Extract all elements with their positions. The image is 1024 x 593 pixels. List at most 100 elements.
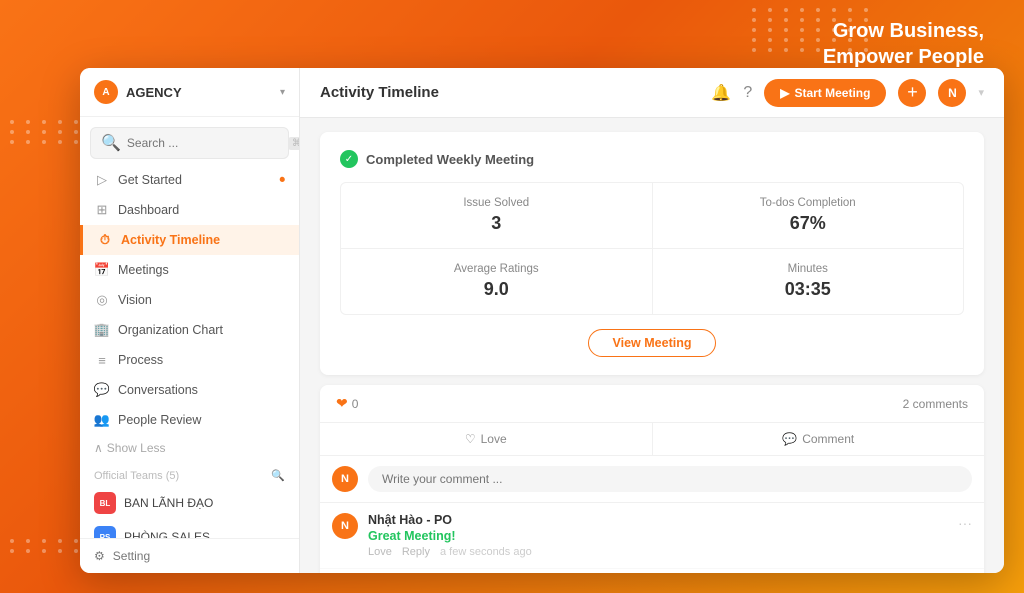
user-avatar[interactable]: N bbox=[938, 79, 966, 107]
app-window: A AGENCY ▾ 🔍 ⌘K ▷ Get Started ⏺ ⊞ Dashbo… bbox=[80, 68, 1004, 573]
notifications-button[interactable]: 🔔 bbox=[711, 83, 731, 103]
sidebar-item-label: Activity Timeline bbox=[121, 233, 220, 247]
official-teams-section: Official Teams (5) 🔍 bbox=[80, 461, 299, 486]
sidebar: A AGENCY ▾ 🔍 ⌘K ▷ Get Started ⏺ ⊞ Dashbo… bbox=[80, 68, 300, 573]
meeting-title: Completed Weekly Meeting bbox=[366, 152, 534, 167]
main-header: Activity Timeline 🔔 ? ▶ Start Meeting + … bbox=[300, 68, 1004, 118]
comment-button[interactable]: 💬 Comment bbox=[653, 423, 985, 455]
search-icon: 🔍 bbox=[101, 133, 121, 153]
comment-time: a few seconds ago bbox=[440, 546, 532, 558]
reaction-bar: ❤ 0 2 comments bbox=[320, 385, 984, 423]
sidebar-item-label: Dashboard bbox=[118, 203, 179, 217]
show-less-btn[interactable]: ∧ Show Less bbox=[80, 435, 299, 461]
view-meeting-button[interactable]: View Meeting bbox=[588, 329, 717, 357]
sidebar-item-conversations[interactable]: 💬 Conversations bbox=[80, 375, 299, 405]
love-reply-btn[interactable]: Love bbox=[368, 546, 392, 558]
meeting-header-row: ✓ Completed Weekly Meeting bbox=[340, 150, 964, 168]
dashboard-icon: ⊞ bbox=[94, 202, 110, 218]
sidebar-header[interactable]: A AGENCY ▾ bbox=[80, 68, 299, 117]
commenter-avatar: N bbox=[332, 513, 358, 539]
team-item-phong-sales[interactable]: PS PHÒNG SALES bbox=[80, 520, 299, 538]
heart-icon: ❤ bbox=[336, 395, 348, 412]
sidebar-item-label: Meetings bbox=[118, 263, 169, 277]
search-input[interactable] bbox=[127, 136, 282, 150]
agency-logo: A bbox=[94, 80, 118, 104]
comment-input[interactable] bbox=[368, 466, 972, 492]
sidebar-item-meetings[interactable]: 📅 Meetings bbox=[80, 255, 299, 285]
comments-count: 2 comments bbox=[903, 397, 968, 411]
process-icon: ≡ bbox=[94, 352, 110, 368]
sidebar-item-label: People Review bbox=[118, 413, 201, 427]
sidebar-item-dashboard[interactable]: ⊞ Dashboard bbox=[80, 195, 299, 225]
stat-value: 03:35 bbox=[673, 279, 944, 300]
comment-input-row: N bbox=[320, 456, 984, 503]
start-meeting-button[interactable]: ▶ Start Meeting bbox=[764, 79, 886, 107]
sidebar-item-vision[interactable]: ◎ Vision bbox=[80, 285, 299, 315]
feed-area[interactable]: ✓ Completed Weekly Meeting Issue Solved … bbox=[300, 118, 1004, 573]
progress-indicator: ⏺ bbox=[280, 174, 286, 187]
help-button[interactable]: ? bbox=[743, 84, 752, 102]
sidebar-item-activity-timeline[interactable]: ⏱ Activity Timeline bbox=[80, 225, 299, 255]
comment-label: Comment bbox=[802, 432, 854, 446]
comment-text: Great Meeting! bbox=[368, 529, 948, 543]
stat-label: To-dos Completion bbox=[673, 197, 944, 209]
more-options-icon[interactable]: ··· bbox=[958, 515, 972, 531]
sidebar-nav: ▷ Get Started ⏺ ⊞ Dashboard ⏱ Activity T… bbox=[80, 165, 299, 538]
comment-section: ❤ 0 2 comments ♡ Love 💬 Comment bbox=[320, 385, 984, 573]
comment-actions: Love Reply a few seconds ago bbox=[368, 546, 948, 558]
completed-icon: ✓ bbox=[340, 150, 358, 168]
team-badge: PS bbox=[94, 526, 116, 538]
start-meeting-label: Start Meeting bbox=[794, 86, 870, 100]
sidebar-item-process[interactable]: ≡ Process bbox=[80, 345, 299, 375]
reactions-left[interactable]: ❤ 0 bbox=[336, 395, 358, 412]
header-actions: 🔔 ? ▶ Start Meeting + N ▾ bbox=[711, 79, 984, 107]
team-name: BAN LÃNH ĐẠO bbox=[124, 496, 213, 510]
sidebar-item-people-review[interactable]: 👥 People Review bbox=[80, 405, 299, 435]
teams-label: Official Teams (5) bbox=[94, 470, 179, 482]
stat-issue-solved: Issue Solved 3 bbox=[341, 183, 652, 248]
stat-todos-completion: To-dos Completion 67% bbox=[653, 183, 964, 248]
show-less-label: Show Less bbox=[107, 441, 166, 455]
search-teams-icon[interactable]: 🔍 bbox=[271, 469, 285, 482]
team-badge: BL bbox=[94, 492, 116, 514]
sidebar-item-label: Organization Chart bbox=[118, 323, 223, 337]
meeting-card: ✓ Completed Weekly Meeting Issue Solved … bbox=[320, 132, 984, 375]
sidebar-footer[interactable]: ⚙ Setting bbox=[80, 538, 299, 573]
sidebar-item-label: Conversations bbox=[118, 383, 198, 397]
reply-btn[interactable]: Reply bbox=[402, 546, 430, 558]
main-content: Activity Timeline 🔔 ? ▶ Start Meeting + … bbox=[300, 68, 1004, 573]
agency-name: AGENCY bbox=[126, 85, 272, 100]
timeline-icon: ⏱ bbox=[97, 232, 113, 248]
stat-minutes: Minutes 03:35 bbox=[653, 249, 964, 314]
stat-value: 67% bbox=[673, 213, 944, 234]
sidebar-item-get-started[interactable]: ▷ Get Started ⏺ bbox=[80, 165, 299, 195]
comment-item: N Nhật Hào - PO Great Meeting! Love Repl… bbox=[320, 503, 984, 569]
action-bar: ♡ Love 💬 Comment bbox=[320, 423, 984, 456]
people-icon: 👥 bbox=[94, 412, 110, 428]
comment-item: N Nhật Hào - PO Congratulations! Love Re… bbox=[320, 569, 984, 573]
stat-average-ratings: Average Ratings 9.0 bbox=[341, 249, 652, 314]
stat-value: 9.0 bbox=[361, 279, 632, 300]
org-chart-icon: 🏢 bbox=[94, 322, 110, 338]
conversations-icon: 💬 bbox=[94, 382, 110, 398]
user-initial: N bbox=[948, 86, 957, 100]
tagline: Grow Business, Empower People bbox=[823, 18, 984, 70]
chevron-down-icon: ▾ bbox=[280, 87, 285, 98]
add-button[interactable]: + bbox=[898, 79, 926, 107]
get-started-icon: ▷ bbox=[94, 172, 110, 188]
team-item-ban-lanh-dao[interactable]: BL BAN LÃNH ĐẠO bbox=[80, 486, 299, 520]
love-button[interactable]: ♡ Love bbox=[320, 423, 652, 455]
search-bar[interactable]: 🔍 ⌘K bbox=[90, 127, 289, 159]
chevron-up-icon: ∧ bbox=[94, 441, 103, 455]
settings-icon: ⚙ bbox=[94, 549, 105, 563]
stat-label: Average Ratings bbox=[361, 263, 632, 275]
avatar-chevron-icon[interactable]: ▾ bbox=[978, 86, 984, 99]
meetings-icon: 📅 bbox=[94, 262, 110, 278]
comment-icon: 💬 bbox=[782, 432, 797, 446]
stat-label: Minutes bbox=[673, 263, 944, 275]
vision-icon: ◎ bbox=[94, 292, 110, 308]
setting-label: Setting bbox=[113, 549, 150, 563]
sidebar-item-org-chart[interactable]: 🏢 Organization Chart bbox=[80, 315, 299, 345]
stat-label: Issue Solved bbox=[361, 197, 632, 209]
tagline-line1: Grow Business, bbox=[833, 20, 984, 42]
